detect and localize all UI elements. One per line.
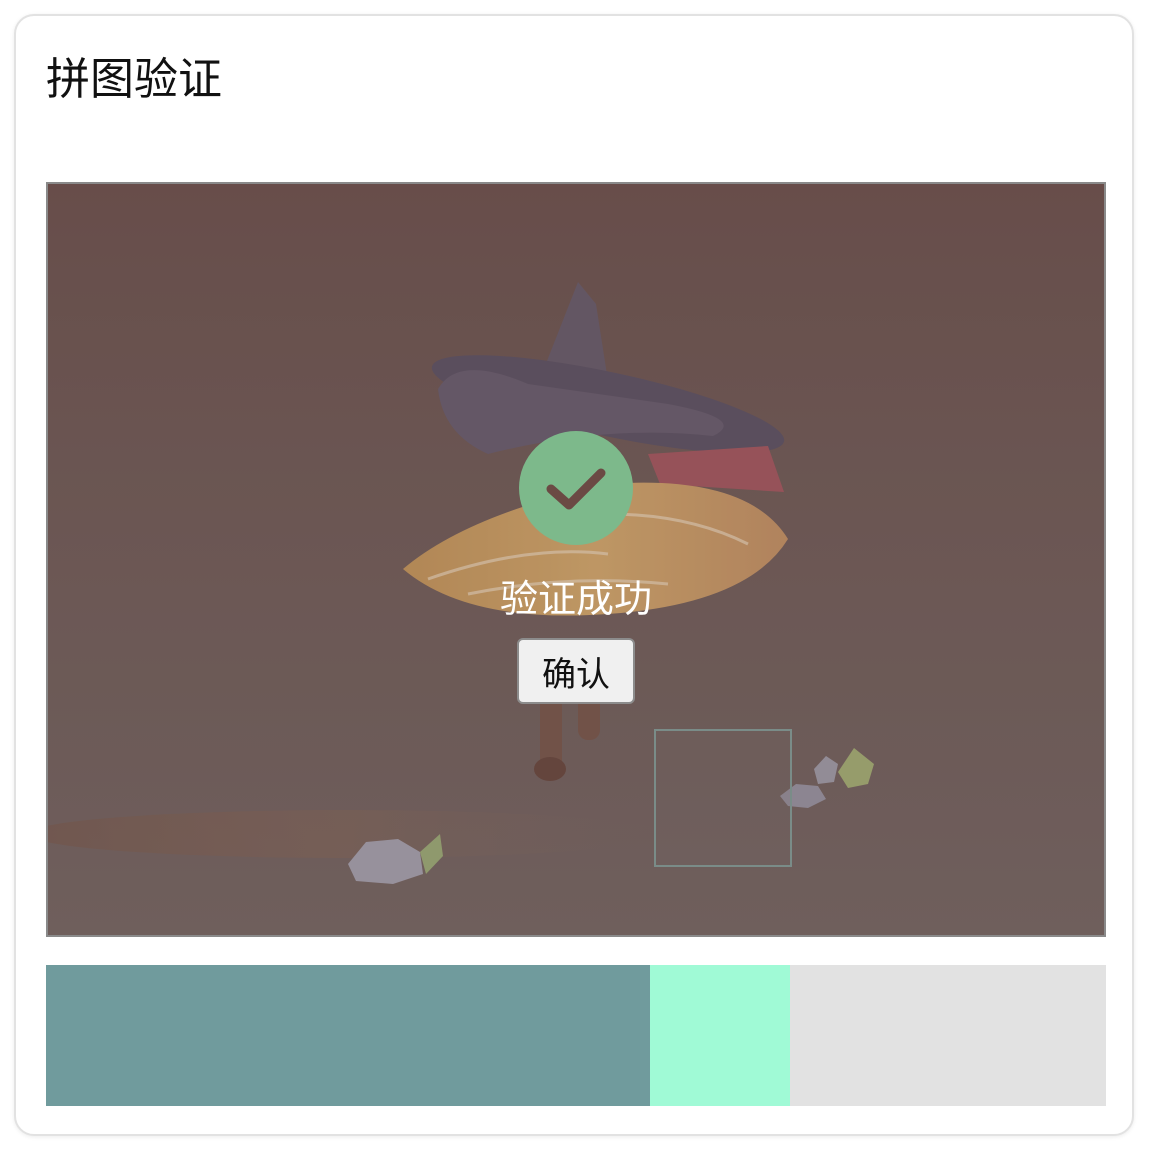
slider-progress-fill (46, 965, 650, 1106)
puzzle-slot (654, 729, 792, 867)
captcha-image: 验证成功 确认 (46, 182, 1106, 937)
success-message: 验证成功 (499, 577, 652, 621)
success-check-icon (519, 431, 633, 545)
page-title: 拼图验证 (46, 54, 222, 105)
slider-handle[interactable] (650, 965, 790, 1106)
slider-track[interactable]: 拖动滑块完成验证 (46, 965, 1106, 1106)
dim-overlay (48, 184, 1104, 935)
confirm-button[interactable]: 确认 (517, 638, 635, 704)
